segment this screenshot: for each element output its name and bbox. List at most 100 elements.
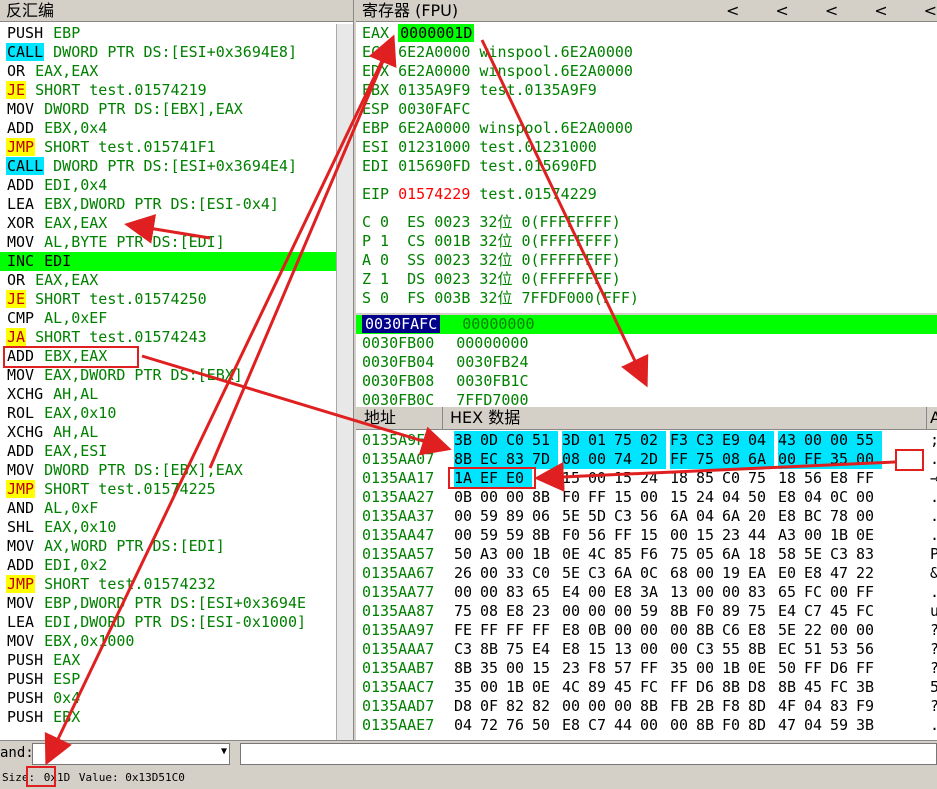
hex-byte[interactable]: 6A [748,450,774,469]
hexdump-row[interactable]: 0135AA77 00 00 83 65 E4 00 E8 3A 13 00 00 83 65 FC 00 FF… [356,583,937,602]
hex-byte[interactable]: 1B [532,545,558,564]
hex-byte[interactable]: 76 [506,716,532,735]
hex-byte[interactable]: 3B [856,716,882,735]
hex-byte[interactable]: C3 [454,640,480,659]
hex-byte[interactable]: C3 [830,545,856,564]
hex-byte[interactable]: E4 [562,583,588,602]
hex-byte[interactable]: 59 [640,602,666,621]
hex-byte[interactable]: 00 [670,716,696,735]
hex-byte[interactable]: 24 [696,488,722,507]
hex-byte[interactable]: E8 [748,621,774,640]
hex-byte[interactable]: E0 [778,564,804,583]
hex-byte[interactable]: F8 [722,697,748,716]
hex-byte[interactable]: 47 [778,716,804,735]
hex-byte[interactable]: 00 [856,488,882,507]
hex-byte[interactable]: 59 [480,526,506,545]
hex-byte[interactable]: C0 [532,564,558,583]
hex-byte[interactable]: 4F [778,697,804,716]
hex-byte[interactable]: 35 [830,450,856,469]
disassembly-line[interactable]: CMP AL,0xEF [0,309,337,328]
hexdump-row[interactable]: 0135AA07 8B EC 83 7D 08 00 74 2D FF 75 08 6A 00 FF 35 00… [356,450,937,469]
register-value[interactable]: 6E2A0000 [398,119,470,137]
hex-byte[interactable]: 8B [748,640,774,659]
hex-byte[interactable]: E8 [778,488,804,507]
hex-byte[interactable]: 8B [722,678,748,697]
disassembly-line[interactable]: INC EDI [0,252,337,271]
disassembly-line[interactable]: ADD EDI,0x4 [0,176,337,195]
hex-byte[interactable]: 3A [640,583,666,602]
hex-byte[interactable]: 44 [614,716,640,735]
hexdump-row[interactable]: 0135AA57 50 A3 00 1B 0E 4C 85 F6 75 05 6A 18 58 5E C3 83… [356,545,937,564]
hex-byte[interactable]: 89 [722,602,748,621]
disassembly-line[interactable]: MOV EBX,0x1000 [0,632,337,651]
hex-byte[interactable]: 53 [830,640,856,659]
hex-byte[interactable]: 0D [480,431,506,450]
hex-byte[interactable]: E8 [778,507,804,526]
disassembly-line[interactable]: PUSH EBX [0,708,337,727]
disassembly-line[interactable]: OR EAX,EAX [0,62,337,81]
hex-byte[interactable]: 51 [804,640,830,659]
hex-byte[interactable]: A3 [480,545,506,564]
register-value[interactable]: 6E2A0000 [398,43,470,61]
hex-byte[interactable]: 89 [588,678,614,697]
hex-byte[interactable]: 83 [506,583,532,602]
hex-byte[interactable]: 33 [506,564,532,583]
hex-byte[interactable]: 50 [532,716,558,735]
disassembly-line[interactable]: OR EAX,EAX [0,271,337,290]
register-row-eip[interactable]: EIP 01574229 test.01574229 [356,185,937,204]
hex-byte[interactable]: 00 [588,697,614,716]
nav-arrow-icon[interactable]: < [924,1,937,20]
disassembly-line[interactable]: JMP SHORT test.015741F1 [0,138,337,157]
hex-byte[interactable]: 56 [804,469,830,488]
hex-byte[interactable]: 00 [588,450,614,469]
hex-byte[interactable]: 1B [722,659,748,678]
flag-row[interactable]: S 0 FS 003B 32位 7FFDF000(FFF) [356,289,937,308]
hex-byte[interactable]: 05 [696,545,722,564]
hex-byte[interactable]: FF [480,621,506,640]
hexdump-row[interactable]: 0135AAC7 35 00 1B 0E 4C 89 45 FC FF D6 8B D8 8B 45 FC 3B… [356,678,937,697]
hex-byte[interactable]: 6A [614,564,640,583]
hex-byte[interactable]: 00 [480,583,506,602]
hexdump-row[interactable]: 0135AA17 1A EF E0 15 00 15 24 18 85 C0 75 18 56 E8 FF → [356,469,937,488]
hex-byte[interactable]: 04 [804,716,830,735]
hex-byte[interactable]: 75 [696,450,722,469]
hex-byte[interactable]: E9 [722,431,748,450]
hex-byte[interactable]: 23 [532,602,558,621]
hex-byte[interactable]: D8 [748,678,774,697]
hex-byte[interactable]: 45 [614,678,640,697]
hex-byte[interactable]: FF [532,621,558,640]
hex-byte[interactable]: 8B [454,659,480,678]
hex-byte[interactable]: FF [506,621,532,640]
hex-byte[interactable]: 50 [778,659,804,678]
hex-byte[interactable]: 02 [640,431,666,450]
hex-byte[interactable]: 57 [614,659,640,678]
hex-byte[interactable]: C7 [804,602,830,621]
hex-byte[interactable]: FC [830,678,856,697]
hex-byte[interactable]: 8B [532,526,558,545]
disassembly-line[interactable]: PUSH EAX [0,651,337,670]
flag-row[interactable]: P 1 CS 001B 32位 0(FFFFFFFF) [356,232,937,251]
hex-byte[interactable]: FE [454,621,480,640]
hex-byte[interactable]: 00 [856,450,882,469]
hex-byte[interactable]: 50 [748,488,774,507]
disassembly-line[interactable]: ADD EDI,0x2 [0,556,337,575]
hex-byte[interactable]: 04 [804,697,830,716]
hex-byte[interactable]: 56 [856,640,882,659]
hexdump-row[interactable]: 0135AA67 26 00 33 C0 5E C3 6A 0C 68 00 19 EA E0 E8 47 22… [356,564,937,583]
disassembly-line[interactable]: ADD EAX,ESI [0,442,337,461]
register-row[interactable]: ESI 01231000 test.01231000 [356,138,937,157]
hex-byte[interactable]: C3 [696,640,722,659]
hex-byte[interactable]: FC [640,678,666,697]
flag-row[interactable]: C 0 ES 0023 32位 0(FFFFFFFF) [356,213,937,232]
hexdump-list[interactable]: 0135A9F7 3B 0D C0 51 3D 01 75 02 F3 C3 E9 04 43 00 00 55… [356,431,937,735]
hex-byte[interactable]: 35 [454,678,480,697]
hex-byte[interactable]: 00 [454,507,480,526]
hex-byte[interactable]: 15 [562,469,588,488]
hex-byte[interactable]: 56 [588,526,614,545]
hex-byte[interactable]: 22 [804,621,830,640]
stack-row[interactable]: 0030FB08 0030FB1C [356,372,937,391]
hex-byte[interactable]: 00 [830,621,856,640]
hex-byte[interactable]: 00 [562,602,588,621]
hex-byte[interactable]: 85 [696,469,722,488]
hex-byte[interactable]: FB [670,697,696,716]
